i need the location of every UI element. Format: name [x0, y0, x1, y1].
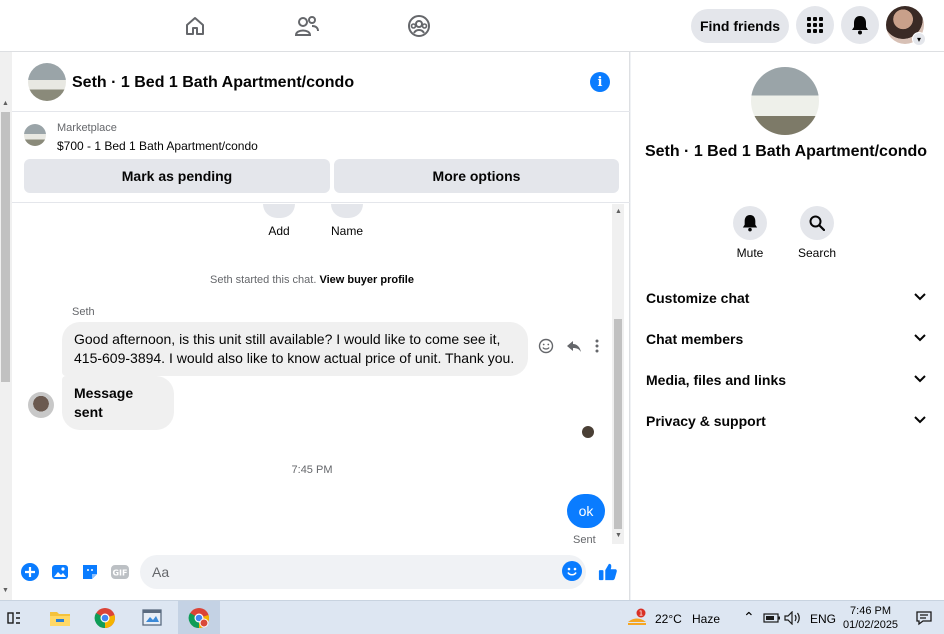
clock-time: 7:46 PM: [850, 605, 892, 617]
conversation-title: Seth · 1 Bed 1 Bath Apartment/condo: [644, 143, 928, 160]
read-receipt-avatar: [582, 426, 594, 438]
photo-icon[interactable]: [50, 562, 70, 582]
top-navigation: Find friends ▾: [0, 0, 944, 52]
profile-avatar[interactable]: ▾: [886, 6, 926, 46]
listing-title[interactable]: $700 - 1 Bed 1 Bath Apartment/condo: [57, 139, 258, 153]
messages-scroll-thumb[interactable]: [614, 319, 622, 529]
message-timestamp: 7:45 PM: [291, 464, 333, 476]
clock-date: 01/02/2025: [843, 619, 899, 631]
section-label: Media, files and links: [646, 372, 787, 388]
chevron-down-icon: [914, 331, 926, 345]
own-message-bubble[interactable]: ok: [567, 494, 605, 528]
emoji-icon[interactable]: [562, 561, 582, 581]
scroll-up-arrow[interactable]: ▲: [2, 100, 9, 107]
task-view-icon[interactable]: [2, 606, 26, 630]
bell-icon[interactable]: [841, 6, 879, 44]
customize-chat-section[interactable]: Customize chat: [646, 290, 926, 306]
page-scrollbar[interactable]: ▲ ▼: [0, 52, 12, 600]
speaker-icon[interactable]: [781, 606, 805, 630]
chevron-down-icon: [914, 372, 926, 386]
window-app-icon[interactable]: [140, 606, 164, 630]
reply-icon[interactable]: [566, 338, 582, 357]
chat-details-panel: Seth · 1 Bed 1 Bath Apartment/condo Mute…: [631, 52, 944, 600]
sticker-icon[interactable]: [80, 562, 100, 582]
listing-thumbnail[interactable]: [24, 124, 46, 146]
privacy-support-section[interactable]: Privacy & support: [646, 413, 926, 429]
weather-icon[interactable]: 1: [625, 606, 649, 630]
name-action[interactable]: Name: [317, 204, 377, 238]
section-label: Privacy & support: [646, 413, 766, 429]
message-bubble[interactable]: Good afternoon, is this unit still avail…: [62, 322, 528, 376]
section-label: Chat members: [646, 331, 744, 347]
like-thumb-icon[interactable]: [598, 562, 618, 582]
chat-header: Seth · 1 Bed 1 Bath Apartment/condo i: [12, 52, 630, 112]
message-actions: [538, 338, 600, 357]
chevron-down-icon: [914, 290, 926, 304]
weather-description[interactable]: Haze: [692, 612, 720, 626]
search-action[interactable]: Search: [782, 206, 852, 260]
name-label: Name: [330, 224, 363, 238]
more-dots-icon[interactable]: [594, 338, 600, 357]
chat-started-text: Seth started this chat.: [209, 274, 317, 286]
chrome-icon[interactable]: [93, 606, 117, 630]
edit-name-icon: [331, 204, 363, 218]
message-list: Add Name Seth started this chat. View bu…: [12, 204, 630, 549]
conversation-avatar[interactable]: [751, 67, 819, 135]
weather-temperature[interactable]: 22°C: [655, 612, 682, 626]
file-explorer-icon[interactable]: [48, 606, 72, 630]
mute-action[interactable]: Mute: [715, 206, 785, 260]
find-friends-button[interactable]: Find friends: [691, 9, 789, 43]
react-icon[interactable]: [538, 338, 554, 357]
chrome-profile-icon[interactable]: [187, 606, 211, 630]
chat-started-notice: Seth started this chat. View buyer profi…: [12, 274, 612, 286]
chevron-down-icon: [914, 413, 926, 427]
svg-text:GIF: GIF: [112, 569, 127, 578]
grid-menu-icon[interactable]: [796, 6, 834, 44]
add-icon: [263, 204, 295, 218]
page-scroll-thumb[interactable]: [1, 112, 10, 382]
add-label: Add: [268, 224, 290, 238]
language-indicator[interactable]: ENG: [810, 612, 836, 626]
chevron-down-icon: ▾: [912, 32, 926, 46]
notification-center-icon[interactable]: [912, 606, 936, 630]
home-icon[interactable]: [181, 12, 209, 40]
add-action[interactable]: Add: [249, 204, 309, 238]
marketplace-banner: Marketplace $700 - 1 Bed 1 Bath Apartmen…: [12, 113, 630, 203]
windows-taskbar: 1 22°C Haze ⌃ ENG 7:46 PM 01/02/2025: [0, 600, 944, 634]
chat-panel: Seth · 1 Bed 1 Bath Apartment/condo i Ma…: [12, 52, 630, 600]
view-buyer-profile-link[interactable]: View buyer profile: [319, 274, 414, 286]
gif-icon[interactable]: GIF: [110, 562, 130, 582]
chat-title[interactable]: Seth · 1 Bed 1 Bath Apartment/condo: [72, 74, 354, 92]
mark-as-pending-button[interactable]: Mark as pending: [24, 159, 330, 193]
more-options-button[interactable]: More options: [334, 159, 619, 193]
mute-label: Mute: [736, 246, 764, 260]
weather-badge: 1: [639, 610, 643, 618]
chevron-up-icon[interactable]: ⌃: [743, 609, 755, 626]
scroll-up-arrow[interactable]: ▲: [615, 208, 622, 215]
section-label: Customize chat: [646, 290, 750, 306]
friends-icon[interactable]: [293, 12, 321, 40]
scroll-down-arrow[interactable]: ▼: [615, 532, 622, 539]
chat-avatar[interactable]: [28, 63, 66, 101]
groups-icon[interactable]: [405, 12, 433, 40]
sender-name: Seth: [72, 306, 95, 318]
chat-members-section[interactable]: Chat members: [646, 331, 926, 347]
bell-icon: [733, 206, 767, 240]
messages-scrollbar[interactable]: ▲ ▼: [612, 204, 624, 544]
sender-avatar[interactable]: [28, 392, 54, 418]
search-icon: [800, 206, 834, 240]
scroll-down-arrow[interactable]: ▼: [2, 587, 9, 594]
media-files-links-section[interactable]: Media, files and links: [646, 372, 926, 388]
plus-icon[interactable]: [20, 562, 40, 582]
system-clock[interactable]: 7:46 PM 01/02/2025: [843, 604, 898, 632]
message-bubble[interactable]: Message sent: [62, 376, 174, 430]
info-icon[interactable]: i: [590, 72, 610, 92]
marketplace-label: Marketplace: [57, 122, 117, 134]
search-label: Search: [797, 246, 837, 260]
message-composer: GIF Aa: [12, 552, 630, 592]
message-input[interactable]: Aa: [140, 555, 586, 589]
message-status: Sent: [573, 534, 596, 546]
